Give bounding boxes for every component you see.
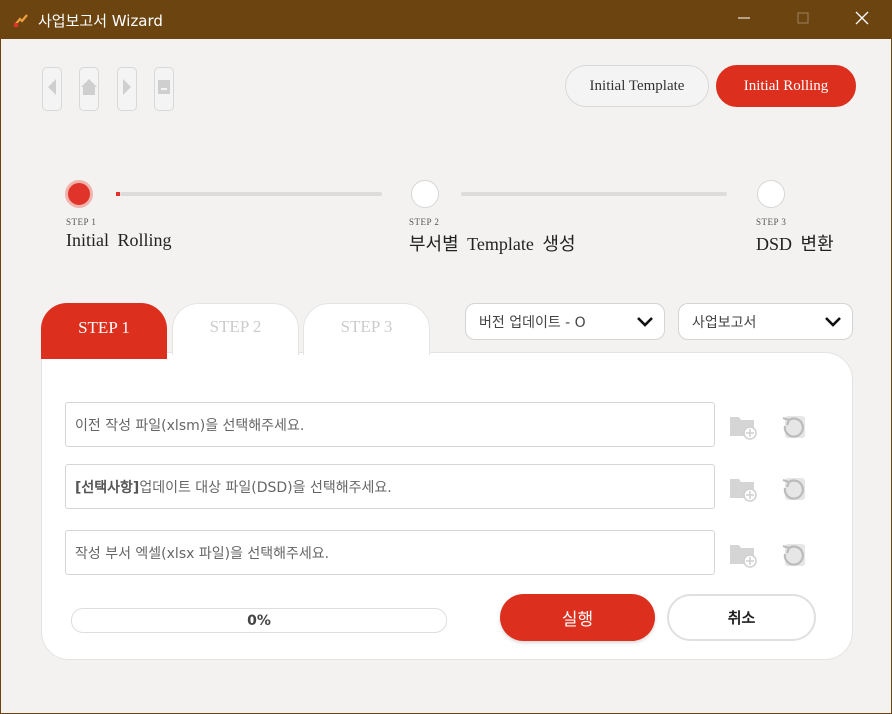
add-folder-icon: [728, 539, 758, 574]
previous-file-placeholder: 이전 작성 파일(xlsm)을 선택해주세요.: [75, 417, 305, 434]
add-folder-icon: [728, 473, 758, 508]
reset-icon: [779, 474, 807, 507]
version-update-select[interactable]: 버전 업데이트 - O: [465, 303, 665, 340]
add-dsd-file-button[interactable]: [727, 474, 759, 506]
version-update-value: 버전 업데이트 - O: [479, 314, 586, 331]
step-2-name: 부서별 Template 생성: [409, 234, 576, 254]
back-arrow-icon: [46, 78, 58, 101]
forward-button[interactable]: [117, 67, 137, 111]
wizard-window: 사업보고서 Wizard Initial Template Initial Ro…: [0, 0, 892, 714]
initial-rolling-button[interactable]: Initial Rolling: [716, 65, 856, 107]
initial-template-button[interactable]: Initial Template: [565, 65, 709, 107]
step-1-name: Initial Rolling: [66, 230, 172, 250]
step-3-name: DSD 변환: [756, 234, 834, 254]
tab-step-3[interactable]: STEP 3: [303, 303, 430, 355]
dsd-file-optional-tag: [선택사항]: [75, 479, 140, 496]
window-title: 사업보고서 Wizard: [38, 12, 163, 30]
dsd-file-placeholder: 업데이트 대상 파일(DSD)을 선택해주세요.: [139, 479, 392, 496]
maximize-button[interactable]: [780, 1, 826, 39]
cancel-button[interactable]: 취소: [667, 594, 816, 641]
back-button[interactable]: [42, 67, 62, 111]
chevron-down-icon: [636, 313, 654, 335]
department-excel-placeholder: 작성 부서 엑셀(xlsx 파일)을 선택해주세요.: [75, 545, 330, 562]
tab-step-1[interactable]: STEP 1: [41, 303, 167, 359]
previous-file-field[interactable]: 이전 작성 파일(xlsm)을 선택해주세요.: [65, 402, 715, 447]
reset-previous-file-button[interactable]: [777, 412, 809, 444]
add-previous-file-button[interactable]: [727, 412, 759, 444]
department-excel-field[interactable]: 작성 부서 엑셀(xlsx 파일)을 선택해주세요.: [65, 530, 715, 575]
close-button[interactable]: [839, 1, 885, 39]
step-3-number: STEP 3: [756, 217, 787, 227]
home-button[interactable]: [79, 67, 99, 111]
document-button[interactable]: [154, 67, 174, 111]
add-folder-icon: [728, 411, 758, 446]
reset-dsd-file-button[interactable]: [777, 474, 809, 506]
step-1-number: STEP 1: [66, 217, 97, 227]
forward-arrow-icon: [121, 78, 133, 101]
reset-icon: [779, 540, 807, 573]
app-logo-icon: [13, 12, 29, 28]
dsd-file-field[interactable]: [선택사항] 업데이트 대상 파일(DSD)을 선택해주세요.: [65, 464, 715, 509]
progress-bar: 0%: [71, 608, 447, 633]
tab-step-2[interactable]: STEP 2: [172, 303, 299, 355]
reset-department-excel-button[interactable]: [777, 540, 809, 572]
step-2-number: STEP 2: [409, 217, 440, 227]
reset-icon: [779, 412, 807, 445]
step-connector-1: [120, 192, 382, 196]
document-icon: [157, 78, 171, 101]
run-button[interactable]: 실행: [500, 594, 655, 641]
step-2-indicator: [411, 180, 439, 208]
step-connector-2: [461, 192, 727, 196]
add-department-excel-button[interactable]: [727, 540, 759, 572]
report-type-value: 사업보고서: [692, 314, 757, 331]
title-bar: 사업보고서 Wizard: [1, 1, 892, 39]
close-icon: [855, 11, 869, 30]
step-1-indicator: [65, 180, 93, 208]
maximize-icon: [797, 11, 809, 29]
minimize-button[interactable]: [721, 1, 767, 39]
progress-label: 0%: [247, 612, 271, 629]
step-3-indicator: [757, 180, 785, 208]
minimize-icon: [738, 11, 750, 29]
home-icon: [80, 78, 98, 101]
chevron-down-icon: [824, 313, 842, 335]
report-type-select[interactable]: 사업보고서: [678, 303, 853, 340]
